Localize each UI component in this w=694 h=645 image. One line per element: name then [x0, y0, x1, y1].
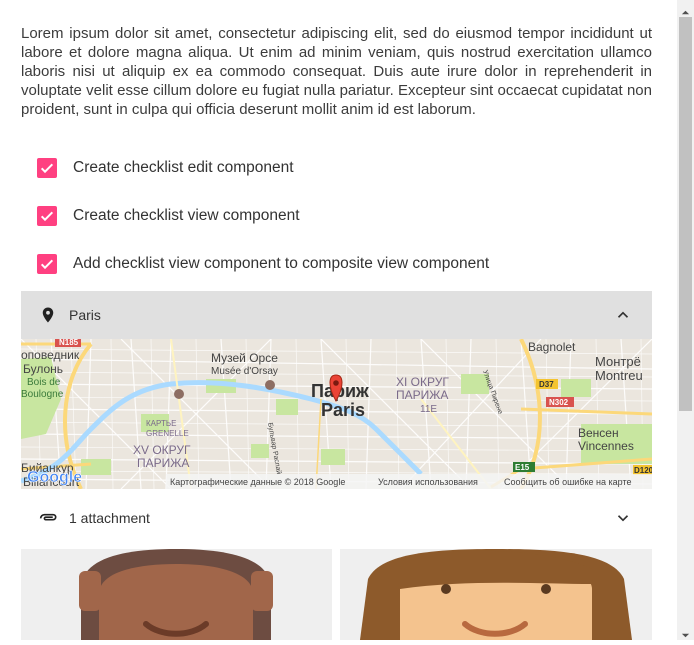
map-label: Vincennes [578, 439, 634, 453]
map-label: Bagnolet [528, 340, 576, 354]
attachment-count-label: 1 attachment [69, 510, 150, 526]
map-label: Венсен [578, 426, 619, 440]
attachment-panel-header[interactable]: 1 attachment [21, 494, 652, 542]
checkbox-checked[interactable] [37, 206, 57, 226]
map-label: GRENELLE [146, 429, 189, 438]
road-label: N185 [59, 339, 79, 347]
map-city-label: Paris [321, 400, 365, 420]
map-label: оповедник [21, 348, 80, 362]
map-label: Boulogne [21, 389, 64, 400]
map-terms-link: Условия использования [378, 477, 478, 487]
map-label: Булонь [23, 362, 63, 376]
checklist-item[interactable]: Create checklist view component [37, 205, 300, 227]
road-label: E15 [515, 463, 530, 472]
check-icon [40, 211, 54, 222]
map-label: XV ОКРУГ [133, 443, 191, 457]
map-label: КАРТЬЕ [146, 419, 176, 428]
map-label: 11E [420, 404, 437, 415]
map-label: Монтрё [595, 354, 641, 369]
map-label: ПАРИЖА [137, 456, 189, 470]
chevron-down-icon[interactable] [614, 509, 632, 527]
attachment-thumbnail[interactable] [340, 549, 652, 640]
chevron-up-icon[interactable] [614, 306, 632, 324]
scroll-up-arrow-icon[interactable] [681, 4, 690, 15]
map-label: ПАРИЖА [396, 388, 448, 402]
road-label: D120 [634, 466, 652, 475]
place-icon [39, 304, 57, 326]
road-label: D37 [539, 380, 554, 389]
map-attribution: Картографические данные © 2018 Google [170, 477, 345, 487]
road-label: N302 [549, 398, 569, 407]
map-view[interactable]: N185 D37 N302 E15 D120 оповедник Булонь … [21, 339, 652, 489]
location-label: Paris [69, 307, 101, 323]
attachment-icon [37, 508, 61, 528]
checklist-item[interactable]: Create checklist edit component [37, 157, 294, 179]
checklist-item[interactable]: Add checklist view component to composit… [37, 253, 489, 275]
location-panel-header[interactable]: Paris [21, 291, 652, 339]
description-text: Lorem ipsum dolor sit amet, consectetur … [21, 25, 652, 118]
avatar-woman-image [360, 549, 632, 640]
checkbox-checked[interactable] [37, 254, 57, 274]
map-label: Montreu [595, 368, 643, 383]
checkbox-checked[interactable] [37, 158, 57, 178]
checklist-label: Add checklist view component to composit… [73, 255, 490, 272]
avatar-man-image [79, 549, 273, 640]
map-label: Bois de [27, 377, 61, 388]
google-logo: Google [27, 469, 82, 486]
scroll-down-arrow-icon[interactable] [681, 627, 690, 638]
checklist-label: Create checklist edit component [73, 159, 294, 176]
vertical-scrollbar[interactable] [677, 0, 694, 640]
map-label: Музей Орсе [211, 351, 278, 365]
map-label: XI ОКРУГ [396, 375, 449, 389]
checklist-label: Create checklist view component [73, 207, 300, 224]
check-icon [40, 259, 54, 270]
map-label: Musée d'Orsay [211, 366, 278, 377]
scrollbar-thumb[interactable] [679, 17, 692, 411]
map-report-link: Сообщить об ошибке на карте [504, 477, 631, 487]
check-icon [40, 163, 54, 174]
attachment-thumbnail[interactable] [21, 549, 332, 640]
